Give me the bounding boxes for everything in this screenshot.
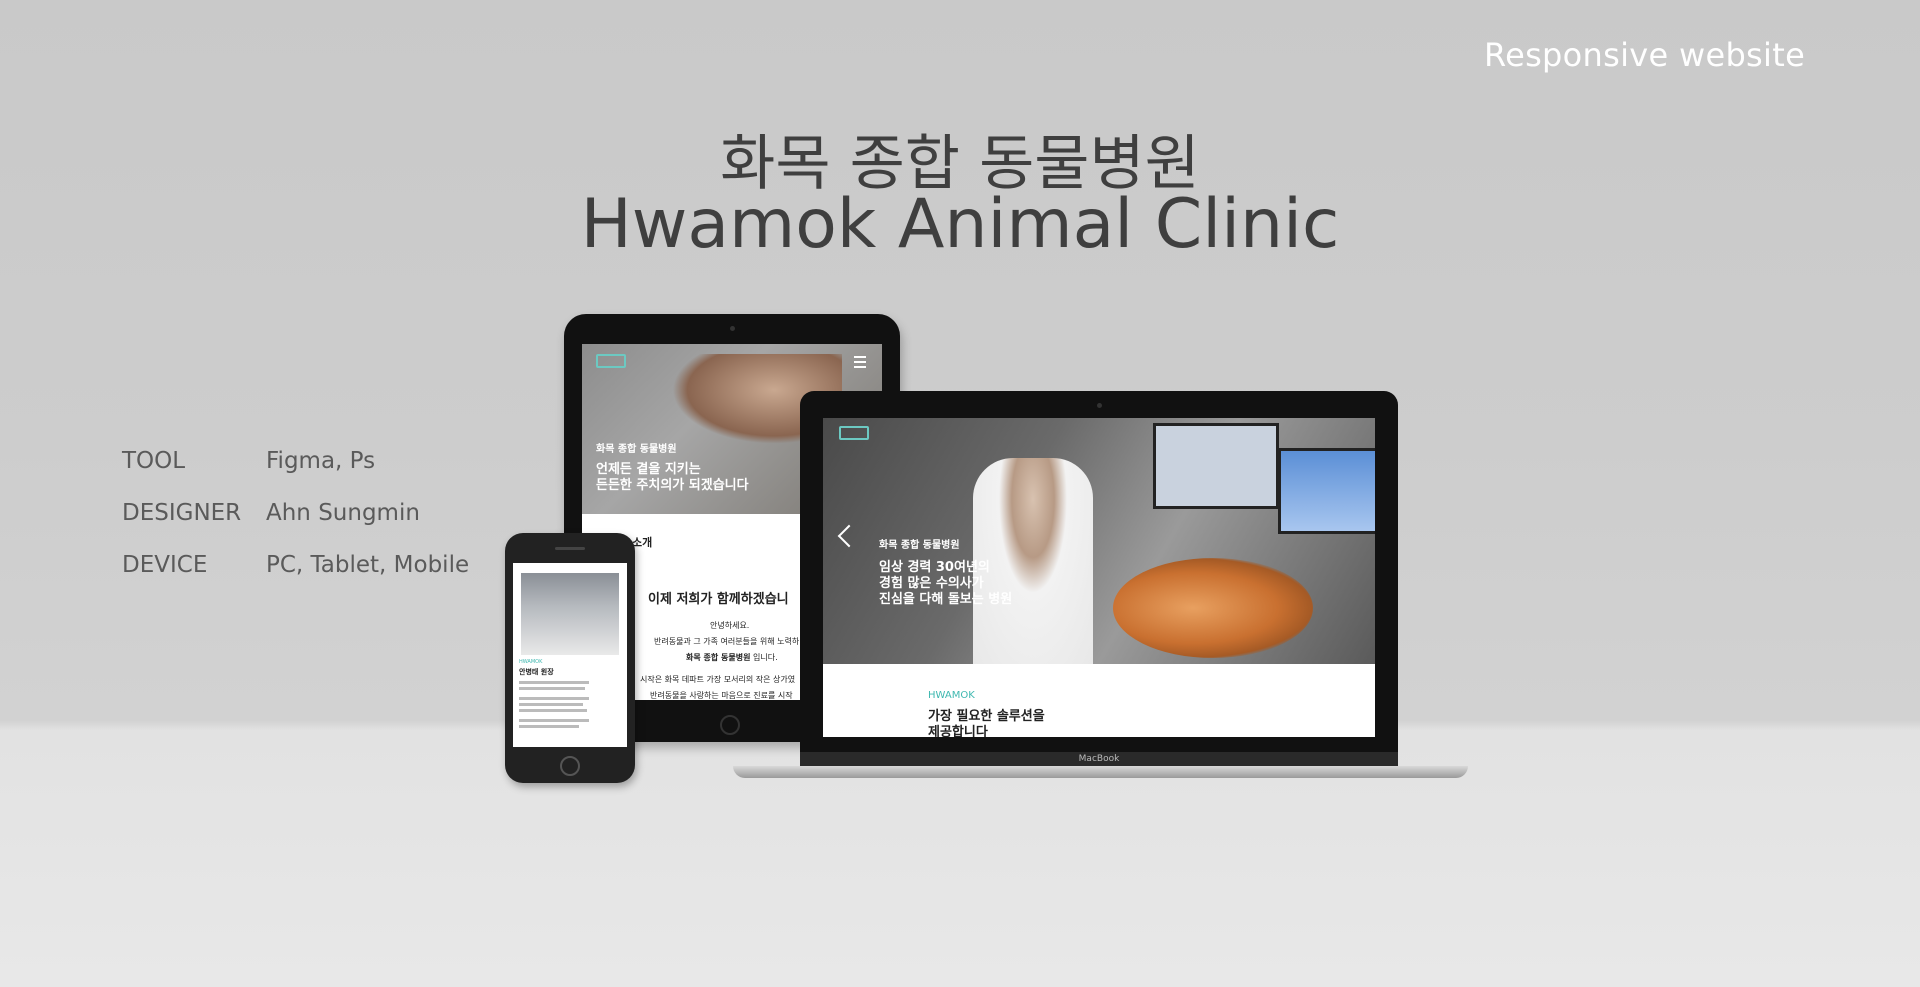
- tablet-hero-line1: 언제든 곁을 지키는: [596, 462, 701, 477]
- camera-icon: [1097, 403, 1102, 408]
- monitor-photo: [1278, 448, 1375, 534]
- laptop-mockup: 화목 종합 동물병원 임상 경력 30여년의 경험 많은 수의사가 진심을 다해…: [800, 391, 1398, 766]
- phone-section-tag: HWAMOK: [519, 659, 543, 665]
- laptop-section-tag: HWAMOK: [928, 690, 975, 701]
- phone-screen: HWAMOK 안병태 원장: [513, 563, 627, 747]
- tablet-heading: 이제 저희가 함께하겠습니: [648, 592, 789, 607]
- speaker: [555, 547, 585, 550]
- camera-icon: [730, 326, 735, 331]
- meta-value: Ahn Sungmin: [266, 500, 420, 526]
- tablet-greeting: 안녕하세요.: [710, 621, 750, 630]
- text-line: [519, 725, 579, 728]
- home-button: [560, 756, 580, 776]
- meta-row-tool: TOOL Figma, Ps: [122, 448, 469, 500]
- laptop-base: [733, 766, 1468, 778]
- laptop-brand-label: MacBook: [800, 752, 1398, 766]
- text-line: [519, 719, 589, 722]
- text-line: [519, 697, 589, 700]
- laptop-clinic-name: 화목 종합 동물병원: [879, 540, 960, 551]
- carousel-dots[interactable]: [1089, 653, 1110, 672]
- meta-row-device: DEVICE PC, Tablet, Mobile: [122, 552, 469, 604]
- hamburger-menu-icon[interactable]: [854, 356, 866, 368]
- page-title-english: Hwamok Animal Clinic: [580, 185, 1340, 264]
- project-meta: TOOL Figma, Ps DESIGNER Ahn Sungmin DEVI…: [122, 448, 469, 604]
- phone-mockup: HWAMOK 안병태 원장: [505, 533, 635, 783]
- tablet-body-1: 반려동물과 그 가족 여러분들을 위해 노력하: [654, 637, 800, 646]
- meta-row-designer: DESIGNER Ahn Sungmin: [122, 500, 469, 552]
- phone-director-name: 안병태 원장: [519, 668, 554, 676]
- monitor-photo: [1153, 423, 1279, 509]
- tablet-body-2: 화목 종합 동물병원 입니다.: [686, 653, 778, 662]
- laptop-hero-line3: 진심을 다해 돌보는 병원: [879, 592, 1013, 607]
- text-line: [519, 687, 585, 690]
- tagline: Responsive website: [1484, 36, 1806, 74]
- director-photo: [521, 573, 619, 655]
- tablet-body-4: 반려동물을 사랑하는 마음으로 진료를 시작: [650, 691, 793, 700]
- text-line: [519, 703, 583, 706]
- doctor-photo: [973, 458, 1093, 664]
- text-line: [519, 681, 589, 684]
- clinic-logo-icon[interactable]: [839, 426, 869, 440]
- tablet-section-title: 소개: [632, 536, 653, 549]
- meta-value: Figma, Ps: [266, 448, 376, 474]
- laptop-hero-line2: 경험 많은 수의사가: [879, 576, 984, 591]
- laptop-section-line2: 제공합니다: [928, 725, 988, 737]
- meta-key: TOOL: [122, 448, 186, 474]
- tablet-body-3: 시작은 화목 데파트 가장 모서리의 작은 상가였: [640, 675, 796, 684]
- text-line: [519, 709, 587, 712]
- home-button: [720, 715, 740, 735]
- tablet-hero-line2: 든든한 주치의가 되겠습니다: [596, 478, 749, 493]
- meta-key: DESIGNER: [122, 500, 242, 526]
- meta-key: DEVICE: [122, 552, 208, 578]
- tablet-clinic-name: 화목 종합 동물병원: [596, 444, 677, 455]
- laptop-screen: 화목 종합 동물병원 임상 경력 30여년의 경험 많은 수의사가 진심을 다해…: [823, 418, 1375, 737]
- clinic-logo-icon[interactable]: [596, 354, 626, 368]
- laptop-hero-line1: 임상 경력 30여년의: [879, 560, 990, 575]
- cat-photo: [1113, 558, 1313, 658]
- meta-value: PC, Tablet, Mobile: [266, 552, 470, 578]
